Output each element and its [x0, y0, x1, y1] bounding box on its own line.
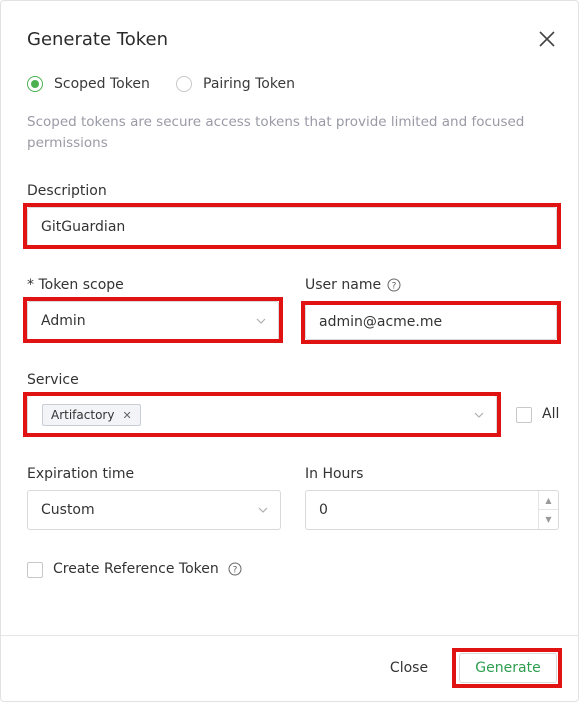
all-services-checkbox[interactable] — [516, 407, 532, 423]
svg-text:?: ? — [232, 566, 237, 576]
token-type-description: Scoped tokens are secure access tokens t… — [27, 114, 525, 151]
description-value: GitGuardian — [41, 219, 126, 235]
expiration-time-label: Expiration time — [27, 466, 135, 482]
service-tag-label: Artifactory — [51, 408, 115, 422]
radio-button-selected[interactable] — [27, 76, 43, 92]
user-name-label: User name ? — [305, 277, 401, 293]
radio-pairing-token[interactable]: Pairing Token — [176, 74, 295, 94]
user-name-input[interactable]: admin@acme.me — [305, 304, 557, 340]
svg-text:?: ? — [392, 282, 397, 292]
decrement-icon[interactable]: ▼ — [539, 510, 558, 529]
token-scope-label: * Token scope — [27, 277, 124, 293]
expiration-time-select[interactable]: Custom — [27, 490, 281, 530]
token-scope-value: Admin — [41, 313, 86, 329]
help-icon[interactable]: ? — [228, 562, 242, 576]
remove-tag-icon[interactable]: ✕ — [122, 409, 131, 422]
token-scope-select[interactable]: Admin — [27, 301, 279, 341]
expiration-time-value: Custom — [41, 502, 95, 518]
close-icon[interactable] — [535, 27, 559, 51]
reference-token-label: Create Reference Token ? — [53, 561, 242, 577]
radio-button-unselected[interactable] — [176, 76, 192, 92]
chevron-down-icon — [258, 507, 268, 513]
dialog-title: Generate Token — [27, 29, 169, 50]
in-hours-label: In Hours — [305, 466, 364, 482]
service-label: Service — [27, 372, 79, 388]
user-name-label-text: User name — [305, 277, 382, 293]
radio-label-scoped-token: Scoped Token — [54, 76, 150, 92]
in-hours-input[interactable]: 0 ▲ ▼ — [305, 490, 559, 530]
description-input[interactable]: GitGuardian — [27, 207, 557, 247]
radio-label-pairing-token: Pairing Token — [203, 76, 295, 92]
number-stepper: ▲ ▼ — [538, 491, 558, 529]
generate-button[interactable]: Generate — [459, 653, 557, 683]
description-label: Description — [27, 183, 107, 199]
radio-scoped-token[interactable]: Scoped Token — [27, 74, 150, 94]
footer-divider — [1, 635, 579, 636]
user-name-value: admin@acme.me — [319, 314, 443, 330]
service-tag: Artifactory ✕ — [42, 404, 141, 426]
chevron-down-icon — [474, 412, 484, 418]
help-icon[interactable]: ? — [387, 278, 401, 292]
generate-token-dialog: Generate Token Scoped Token Pairing Toke… — [0, 0, 579, 702]
increment-icon[interactable]: ▲ — [539, 491, 558, 510]
reference-token-label-text: Create Reference Token — [53, 561, 219, 577]
chevron-down-icon — [256, 318, 266, 324]
reference-token-checkbox[interactable] — [27, 562, 43, 578]
in-hours-value: 0 — [319, 502, 328, 518]
close-button[interactable]: Close — [379, 653, 439, 683]
service-multiselect[interactable]: Artifactory ✕ — [27, 395, 497, 435]
all-services-label: All — [542, 406, 560, 422]
